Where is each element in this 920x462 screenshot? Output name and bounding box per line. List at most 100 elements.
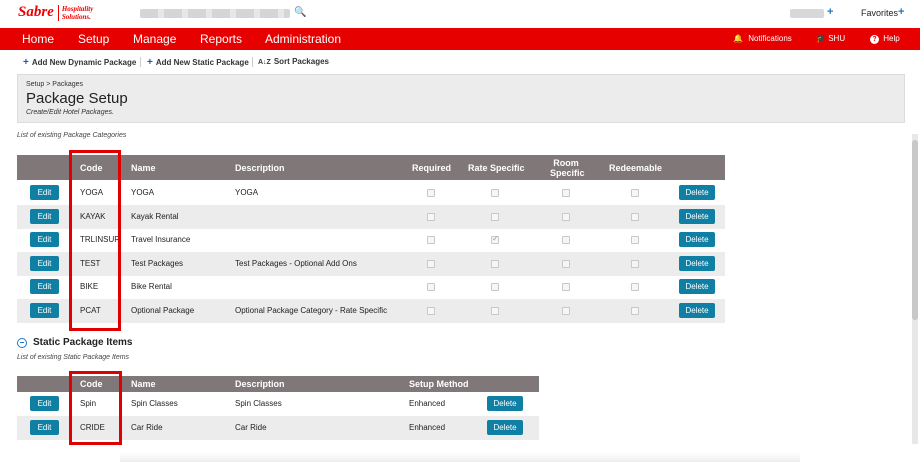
action-bar: + Add New Dynamic Package + Add New Static… bbox=[0, 54, 920, 70]
question-icon: ? bbox=[870, 35, 879, 44]
room-specific-checkbox[interactable] bbox=[562, 236, 570, 245]
favorites-plus-icon[interactable]: + bbox=[898, 6, 904, 18]
brand-subtitle: Hospitality Solutions. bbox=[57, 4, 93, 21]
row-setup-method: Enhanced bbox=[409, 422, 446, 432]
scrollbar-thumb[interactable] bbox=[912, 140, 918, 320]
sort-packages-button[interactable]: A↓Z Sort Packages bbox=[258, 57, 329, 66]
redeemable-checkbox[interactable] bbox=[631, 236, 639, 245]
bell-icon: 🔔 bbox=[733, 34, 743, 43]
redeemable-checkbox[interactable] bbox=[631, 212, 639, 221]
redeemable-checkbox[interactable] bbox=[631, 259, 639, 268]
edit-button[interactable]: Edit bbox=[30, 185, 59, 200]
col-room-specific: Room Specific bbox=[550, 158, 585, 178]
row-setup-method: Enhanced bbox=[409, 399, 446, 408]
redeemable-checkbox[interactable] bbox=[631, 189, 639, 197]
col-rate-specific: Rate Specific bbox=[468, 163, 525, 173]
breadcrumb[interactable]: Setup > Packages bbox=[26, 81, 83, 88]
room-specific-checkbox[interactable] bbox=[562, 259, 570, 268]
rate-specific-checkbox[interactable] bbox=[491, 259, 499, 268]
search-icon[interactable]: 🔍 bbox=[294, 7, 306, 18]
code-column-highlight bbox=[69, 150, 121, 331]
rate-specific-checkbox[interactable] bbox=[491, 189, 499, 197]
sort-az-icon: A↓Z bbox=[258, 59, 271, 66]
nav-manage[interactable]: Manage bbox=[133, 32, 176, 46]
table-row: Edit TEST Test Packages Test Packages - Opt… bbox=[17, 251, 725, 276]
col-description: Description bbox=[235, 379, 285, 389]
delete-button[interactable]: Delete bbox=[679, 185, 715, 200]
row-description: Optional Package Category - Rate Specifi… bbox=[235, 306, 388, 315]
room-specific-checkbox[interactable] bbox=[562, 189, 570, 197]
nav-reports[interactable]: Reports bbox=[200, 32, 242, 46]
plus-icon: + bbox=[23, 57, 29, 68]
bottom-shadow bbox=[120, 452, 800, 462]
add-dynamic-package-button[interactable]: + Add New Dynamic Package bbox=[23, 57, 136, 68]
redeemable-checkbox[interactable] bbox=[631, 307, 639, 315]
row-description: Test Packages - Optional Add Ons bbox=[235, 258, 357, 268]
plus-icon: + bbox=[147, 57, 153, 68]
categories-table-header: Code Name Description Required Rate Spec… bbox=[17, 155, 725, 180]
row-name: Kayak Rental bbox=[131, 211, 179, 221]
edit-button[interactable]: Edit bbox=[30, 396, 59, 411]
required-checkbox[interactable] bbox=[427, 259, 435, 268]
edit-button[interactable]: Edit bbox=[30, 232, 59, 248]
required-checkbox[interactable] bbox=[427, 189, 435, 197]
room-specific-checkbox[interactable] bbox=[562, 283, 570, 292]
row-name: Spin Classes bbox=[131, 399, 178, 408]
add-static-package-button[interactable]: + Add New Static Package bbox=[147, 57, 249, 68]
edit-button[interactable]: Edit bbox=[30, 255, 59, 271]
nav-help[interactable]: ? Help bbox=[870, 34, 900, 44]
sabre-logo[interactable]: Sabre Hospitality Solutions. bbox=[18, 4, 93, 21]
delete-button[interactable]: Delete bbox=[679, 232, 715, 248]
delete-button[interactable]: Delete bbox=[679, 255, 715, 271]
user-name-blurred[interactable] bbox=[790, 9, 824, 18]
page-title: Package Setup bbox=[26, 90, 128, 107]
col-name: Name bbox=[131, 163, 156, 173]
top-bar: Sabre Hospitality Solutions. 🔍 + Favorit… bbox=[0, 0, 920, 28]
delete-button[interactable]: Delete bbox=[487, 396, 523, 411]
required-checkbox[interactable] bbox=[427, 307, 435, 315]
col-required: Required bbox=[412, 163, 452, 173]
divider bbox=[140, 57, 141, 67]
nav-setup[interactable]: Setup bbox=[78, 32, 109, 46]
delete-button[interactable]: Delete bbox=[487, 419, 523, 435]
room-specific-checkbox[interactable] bbox=[562, 307, 570, 315]
row-name: Optional Package bbox=[131, 306, 195, 315]
static-code-column-highlight bbox=[69, 371, 122, 445]
rate-specific-checkbox[interactable] bbox=[491, 234, 499, 245]
required-checkbox[interactable] bbox=[427, 283, 435, 292]
edit-button[interactable]: Edit bbox=[30, 279, 59, 295]
delete-button[interactable]: Delete bbox=[679, 208, 715, 224]
page-subtitle: Create/Edit Hotel Packages. bbox=[26, 109, 114, 116]
user-plus-icon[interactable]: + bbox=[827, 6, 833, 18]
nav-administration[interactable]: Administration bbox=[265, 32, 341, 46]
delete-button[interactable]: Delete bbox=[679, 279, 715, 295]
favorites-link[interactable]: Favorites bbox=[861, 8, 898, 18]
delete-button[interactable]: Delete bbox=[679, 303, 715, 318]
table-row: EditTRLINSURTravel InsuranceDelete bbox=[17, 228, 725, 252]
page-header-panel: Setup > Packages Package Setup Create/Ed… bbox=[17, 74, 905, 123]
edit-button[interactable]: Edit bbox=[30, 303, 59, 318]
property-selector-blurred[interactable] bbox=[140, 9, 290, 18]
rate-specific-checkbox[interactable] bbox=[491, 283, 499, 292]
row-name: Car Ride bbox=[131, 422, 163, 432]
required-checkbox[interactable] bbox=[427, 236, 435, 245]
row-name: YOGA bbox=[131, 188, 155, 197]
nav-notifications[interactable]: 🔔 Notifications bbox=[733, 34, 792, 43]
static-section-title[interactable]: Static Package Items bbox=[17, 337, 133, 348]
table-row: Edit BIKE Bike Rental Delete bbox=[17, 275, 725, 299]
required-checkbox[interactable] bbox=[427, 212, 435, 221]
col-name: Name bbox=[131, 379, 156, 389]
redeemable-checkbox[interactable] bbox=[631, 283, 639, 292]
nav-shu[interactable]: 🎓 SHU bbox=[816, 34, 845, 43]
edit-button[interactable]: Edit bbox=[30, 208, 59, 224]
room-specific-checkbox[interactable] bbox=[562, 212, 570, 221]
nav-home[interactable]: Home bbox=[22, 32, 54, 46]
edit-button[interactable]: Edit bbox=[30, 419, 59, 435]
rate-specific-checkbox[interactable] bbox=[491, 307, 499, 315]
row-name: Test Packages bbox=[131, 258, 184, 268]
collapse-icon[interactable] bbox=[17, 337, 27, 348]
table-row: Edit YOGA YOGA YOGA Delete bbox=[17, 181, 725, 205]
divider bbox=[252, 57, 253, 67]
row-description: YOGA bbox=[235, 188, 259, 197]
rate-specific-checkbox[interactable] bbox=[491, 212, 499, 221]
